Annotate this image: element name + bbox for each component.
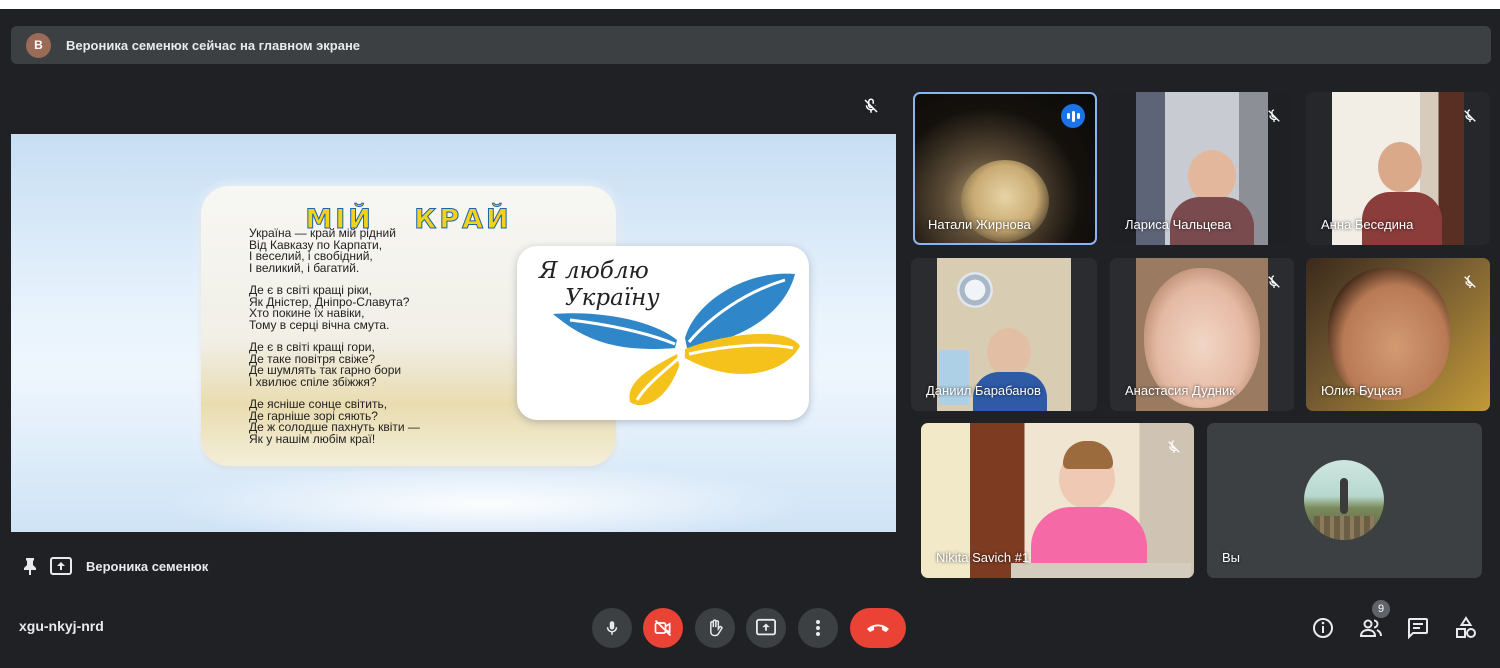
participant-name: Натали Жирнова xyxy=(928,217,1031,232)
butterfly-card: Я люблю Україну xyxy=(517,246,809,420)
self-tile[interactable]: Вы xyxy=(1207,423,1482,578)
activities-button[interactable] xyxy=(1452,614,1480,642)
speaking-indicator-icon xyxy=(1061,104,1085,128)
info-icon xyxy=(1313,618,1333,638)
participant-tile[interactable]: Натали Жирнова xyxy=(913,92,1097,245)
raise-hand-icon xyxy=(710,619,723,637)
mic-off-icon xyxy=(1268,109,1280,122)
people-icon xyxy=(1359,619,1382,637)
leave-call-button[interactable] xyxy=(850,608,906,648)
chat-icon xyxy=(1408,618,1428,640)
presenting-banner: В Вероника семенюк сейчас на главном экр… xyxy=(11,26,1491,64)
present-screen-icon xyxy=(756,618,776,636)
participant-tile[interactable]: Анастасия Дудник xyxy=(1110,258,1294,411)
participant-name: Nikita Savich #1 xyxy=(936,550,1030,565)
presenter-name: Вероника семенюк xyxy=(86,558,209,574)
banner-avatar: В xyxy=(26,32,51,58)
ceiling-lamp xyxy=(957,272,993,308)
raise-hand-button[interactable] xyxy=(695,608,735,648)
participant-tile[interactable]: Анна Беседина xyxy=(1306,92,1490,245)
presenter-bar: Вероника семенюк xyxy=(22,555,208,577)
present-screen-button[interactable] xyxy=(746,608,786,648)
mic-icon xyxy=(606,621,618,635)
participant-video xyxy=(987,328,1031,376)
presentation-screen[interactable]: МІЙ КРАЙ Україна — край мій рідний Від Ка… xyxy=(11,134,896,532)
love-ukraine-text: Я люблю Україну xyxy=(539,258,660,312)
activities-icon xyxy=(1456,616,1476,638)
more-options-button[interactable] xyxy=(798,608,838,648)
participant-video xyxy=(1188,150,1236,202)
meeting-code[interactable]: xgu-nkyj-nrd xyxy=(19,618,104,634)
participant-name: Вы xyxy=(1222,550,1241,565)
mic-off-icon xyxy=(1464,109,1476,122)
pin-icon[interactable] xyxy=(22,557,38,575)
window-top-edge xyxy=(0,0,1500,9)
desk xyxy=(1011,563,1191,578)
poem-title: МІЙ КРАЙ xyxy=(305,204,512,236)
chat-button[interactable] xyxy=(1404,614,1432,642)
love-line-2: Україну xyxy=(565,285,660,311)
self-avatar xyxy=(1304,460,1384,540)
banner-text: Вероника семенюк сейчас на главном экран… xyxy=(66,37,361,53)
participant-tile[interactable]: Даниил Барабанов xyxy=(911,258,1097,411)
mic-off-icon xyxy=(1168,440,1180,453)
participant-name: Юлия Буцкая xyxy=(1321,383,1402,398)
meeting-info-button[interactable] xyxy=(1309,614,1337,642)
participant-video xyxy=(1328,268,1450,400)
more-vert-icon xyxy=(816,620,820,636)
mic-off-icon xyxy=(1464,275,1476,288)
participant-hair xyxy=(1063,441,1113,469)
participant-tile[interactable]: Юлия Буцкая xyxy=(1306,258,1490,411)
participant-name: Лариса Чальцева xyxy=(1125,217,1232,232)
slide-glow xyxy=(161,464,811,532)
camera-toggle-button[interactable] xyxy=(643,608,683,648)
call-end-icon xyxy=(867,624,889,632)
mic-button[interactable] xyxy=(592,608,632,648)
participants-button[interactable] xyxy=(1357,614,1385,642)
participant-name: Анна Беседина xyxy=(1321,217,1414,232)
presenting-screen-icon xyxy=(50,557,72,575)
participant-name: Даниил Барабанов xyxy=(926,383,1041,398)
participant-body xyxy=(1031,507,1147,567)
participant-tile[interactable]: Лариса Чальцева xyxy=(1110,92,1294,245)
love-line-1: Я люблю xyxy=(539,258,649,284)
participants-count-badge: 9 xyxy=(1372,600,1390,618)
participant-video xyxy=(1378,142,1422,192)
participant-name: Анастасия Дудник xyxy=(1125,383,1235,398)
participant-tile[interactable]: Nikita Savich #1 xyxy=(921,423,1194,578)
mic-off-icon xyxy=(864,98,878,113)
mic-off-icon xyxy=(1268,275,1280,288)
videocam-off-icon xyxy=(654,619,672,637)
poem-line: Як у нашім любім краї! xyxy=(249,431,376,446)
